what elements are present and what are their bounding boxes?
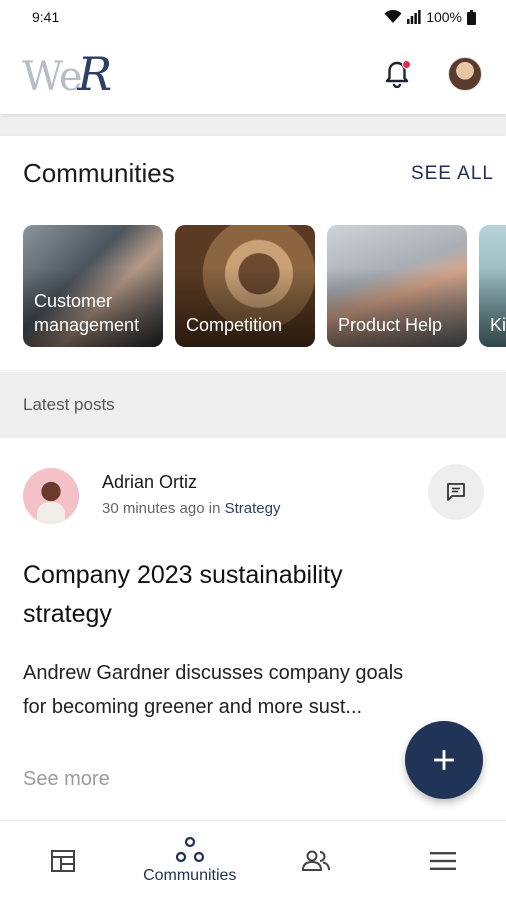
logo-text-we: We <box>22 54 83 100</box>
create-post-button[interactable] <box>405 721 483 799</box>
wifi-icon <box>384 10 402 23</box>
communities-section: Communities SEE ALL Customer management … <box>0 136 506 370</box>
logo-text-r: R <box>77 47 113 101</box>
community-card-label: Ki <box>490 315 506 335</box>
communities-title: Communities <box>23 158 175 188</box>
community-card-label: Competition <box>186 315 283 335</box>
battery-icon <box>467 9 476 25</box>
see-more-link[interactable]: See more <box>23 768 110 791</box>
status-bar: 9:41 100% <box>0 0 506 34</box>
community-card-partial[interactable]: Ki <box>479 225 506 347</box>
app-logo: We R <box>22 47 112 101</box>
status-time: 9:41 <box>32 9 60 25</box>
nav-label-communities: Communities <box>143 866 237 884</box>
comment-button[interactable] <box>428 464 484 520</box>
author-name[interactable]: Adrian Ortiz <box>102 472 197 493</box>
comment-icon <box>447 483 465 501</box>
section-divider <box>0 114 506 136</box>
nav-item-communities[interactable]: Communities <box>127 821 254 900</box>
notification-dot <box>402 60 411 69</box>
signal-icon <box>407 10 421 24</box>
community-card-competition[interactable]: Competition <box>175 225 315 347</box>
post-community-link[interactable]: Strategy <box>225 500 281 517</box>
nav-item-people[interactable] <box>253 821 380 900</box>
bottom-navigation: Communities <box>0 820 506 900</box>
community-card-label: Customer management <box>34 291 140 335</box>
app-header: We R <box>0 34 506 114</box>
menu-icon <box>429 851 456 870</box>
battery-percent: 100% <box>426 9 462 25</box>
community-card-label: Product Help <box>338 315 443 335</box>
communities-icon <box>175 836 204 862</box>
feed-icon <box>51 849 76 872</box>
notifications-button[interactable] <box>382 59 412 89</box>
see-all-button[interactable]: SEE ALL <box>411 163 494 185</box>
latest-posts-header: Latest posts <box>0 372 506 438</box>
community-card-product-help[interactable]: Product Help <box>327 225 467 347</box>
author-avatar[interactable] <box>23 468 79 524</box>
nav-item-menu[interactable] <box>380 821 506 900</box>
community-card-customer-management[interactable]: Customer management <box>23 225 163 347</box>
post-meta: 30 minutes ago in Strategy <box>102 500 280 517</box>
people-icon <box>302 850 331 871</box>
nav-item-feed[interactable] <box>0 821 127 900</box>
post-title[interactable]: Company 2023 sustainability strategy <box>23 556 426 634</box>
plus-icon <box>434 750 454 770</box>
post-in-word: in <box>208 500 221 517</box>
post-body: Andrew Gardner discusses company goals f… <box>23 662 404 718</box>
communities-carousel[interactable]: Customer management Competition Product … <box>23 225 506 347</box>
status-icons: 100% <box>384 9 476 25</box>
profile-avatar-button[interactable] <box>448 57 482 91</box>
post-time: 30 minutes ago <box>102 500 205 517</box>
